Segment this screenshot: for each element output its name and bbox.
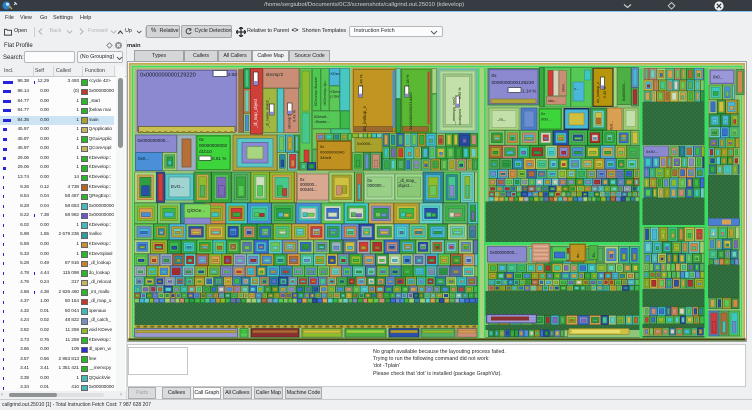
svg-text:x...: x... bbox=[574, 87, 579, 91]
svg-text:0x30...: 0x30... bbox=[646, 149, 658, 154]
svg-text:EvO...: EvO... bbox=[171, 184, 184, 190]
svg-text:_dl_name_match_: _dl_name_match_ bbox=[266, 97, 270, 129]
svg-text:0x: 0x bbox=[492, 73, 498, 79]
svg-text:0x: 0x bbox=[320, 144, 324, 149]
svg-text:0x0000...: 0x0000... bbox=[357, 141, 373, 146]
svg-text:unaligned: unaligned bbox=[458, 109, 462, 125]
svg-text:0x000000...: 0x000000... bbox=[622, 81, 626, 101]
svg-text:_dl_map_object: _dl_map_object bbox=[253, 98, 258, 129]
svg-text:1.14 %: 1.14 % bbox=[522, 88, 536, 93]
svg-text:0000000000129220: 0000000000129220 bbox=[492, 80, 535, 86]
svg-text:0.43 %: 0.43 % bbox=[603, 86, 607, 98]
svg-text:00000000002: 00000000002 bbox=[199, 143, 228, 148]
svg-text:do_lookup_x: do_lookup_x bbox=[596, 82, 600, 103]
svg-text:KDevelop::Bucket: KDevelop::Bucket bbox=[314, 77, 318, 106]
svg-text:0x0...: 0x0... bbox=[138, 156, 149, 161]
svg-text:do_lookup_x: do_lookup_x bbox=[362, 105, 367, 131]
svg-text:0x000000000...: 0x000000000... bbox=[138, 138, 170, 143]
svg-text:0.43 %: 0.43 % bbox=[293, 110, 297, 122]
svg-text:__memcpy_sse2_: __memcpy_sse2_ bbox=[452, 94, 456, 126]
svg-text:000000...: 000000... bbox=[368, 183, 385, 188]
svg-text:00000000340: 00000000340 bbox=[320, 150, 345, 155]
svg-text:QlOOe...: QlOOe... bbox=[187, 208, 205, 213]
svg-text:0x00000000031d4e0: 0x00000000031d4e0 bbox=[408, 92, 413, 130]
svg-text:0x: 0x bbox=[541, 111, 545, 116]
svg-text:object...: object... bbox=[398, 183, 413, 188]
svg-text:1.39 %: 1.39 % bbox=[458, 87, 462, 99]
svg-text:stron...: stron... bbox=[562, 81, 566, 92]
svg-text:..m...: ..m... bbox=[497, 117, 506, 122]
svg-text:0x0...: 0x0... bbox=[713, 75, 723, 80]
svg-text:<KDevelop::Qu...: <KDevelop::Qu... bbox=[323, 79, 327, 106]
svg-text:000461...: 000461... bbox=[300, 187, 317, 192]
svg-text:34be8: 34be8 bbox=[320, 155, 332, 160]
svg-text:Ev...: Ev... bbox=[592, 250, 596, 257]
svg-text:0x0000000000129220: 0x0000000000129220 bbox=[140, 73, 196, 79]
svg-text:do...: do... bbox=[576, 251, 580, 258]
svg-text:1.44 %: 1.44 % bbox=[359, 74, 364, 87]
svg-text:0.61 %: 0.61 % bbox=[212, 156, 226, 161]
svg-text:KDevel...: KDevel... bbox=[314, 115, 329, 119]
svg-text:0x00000000...: 0x00000000... bbox=[490, 250, 518, 255]
svg-text:strcmp'2: strcmp'2 bbox=[266, 72, 284, 77]
svg-text:000...: 000... bbox=[541, 117, 551, 122]
svg-text:0x: 0x bbox=[199, 137, 205, 142]
svg-text:0x0...: 0x0... bbox=[610, 121, 614, 130]
svg-text:1.28 %: 1.28 % bbox=[405, 74, 410, 87]
svg-text:strc...: strc... bbox=[548, 99, 557, 103]
svg-text:strcmp'2: strcmp'2 bbox=[287, 113, 292, 129]
svg-text:::Bucke...: ::Bucke... bbox=[314, 120, 330, 124]
svg-text:d1b10: d1b10 bbox=[199, 149, 212, 154]
